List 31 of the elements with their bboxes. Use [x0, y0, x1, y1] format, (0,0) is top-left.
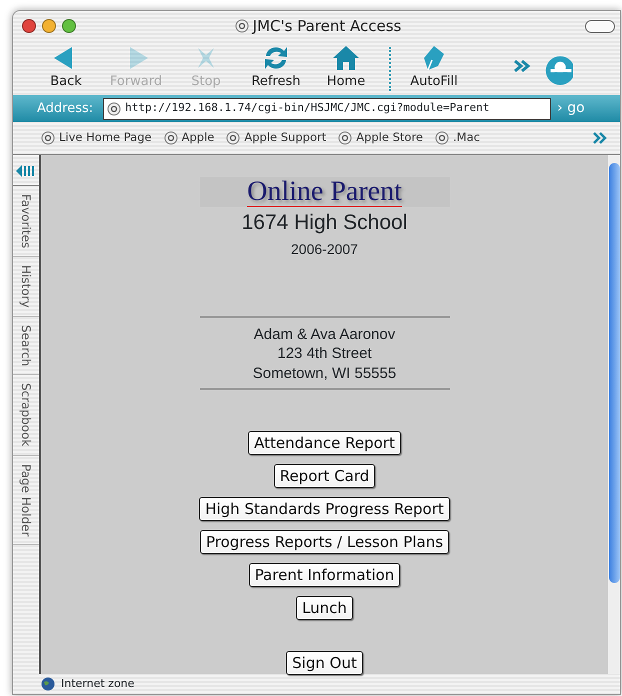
favorite-link[interactable]: Live Home Page [41, 129, 152, 147]
autofill-button[interactable]: AutoFill [399, 44, 469, 91]
menu-button[interactable]: Progress Reports / Lesson Plans [200, 530, 450, 554]
window-title: JMC's Parent Access [252, 16, 402, 37]
menu-button[interactable]: Parent Information [248, 563, 400, 588]
sidebar-tab[interactable]: Favorites [13, 186, 39, 258]
school-name: 1674 High School [242, 210, 408, 236]
menu-button[interactable]: High Standards Progress Report [199, 497, 450, 522]
refresh-button[interactable]: Refresh [241, 44, 311, 91]
address-label: Address: [36, 100, 94, 118]
sidebar-tab[interactable]: Page Holder [13, 456, 39, 546]
back-button[interactable]: Back [31, 44, 101, 91]
menu-button[interactable]: Lunch [296, 596, 353, 620]
sidebar-tab[interactable]: History [13, 257, 39, 317]
home-button[interactable]: Home [311, 44, 381, 91]
menu-button[interactable]: Report Card [274, 464, 376, 488]
logo-title: Online Parent [247, 177, 402, 208]
address-line: Adam & Ava Aaronov [252, 324, 396, 344]
favorite-link[interactable]: Apple [164, 129, 214, 147]
favorite-link[interactable]: Apple Store [338, 129, 424, 147]
school-year: 2006-2007 [291, 240, 358, 259]
sidebar-tab[interactable]: Scrapbook [13, 375, 39, 456]
status-text: Internet zone [61, 676, 134, 692]
address-line: 123 4th Street [276, 344, 373, 364]
favorite-link[interactable]: Apple Support [226, 129, 326, 147]
address-field[interactable]: http://192.168.1.74/cgi-bin/HSJMC/JMC.cgi?module=Parent [103, 98, 552, 120]
sidebar-tab[interactable]: Search [13, 316, 39, 376]
menu-button[interactable]: Attendance Report [248, 431, 401, 456]
favorite-link[interactable]: .Mac [435, 129, 480, 147]
sign-out-button[interactable]: Sign Out [286, 651, 363, 676]
address-line: Sometown, WI 55555 [252, 364, 396, 384]
